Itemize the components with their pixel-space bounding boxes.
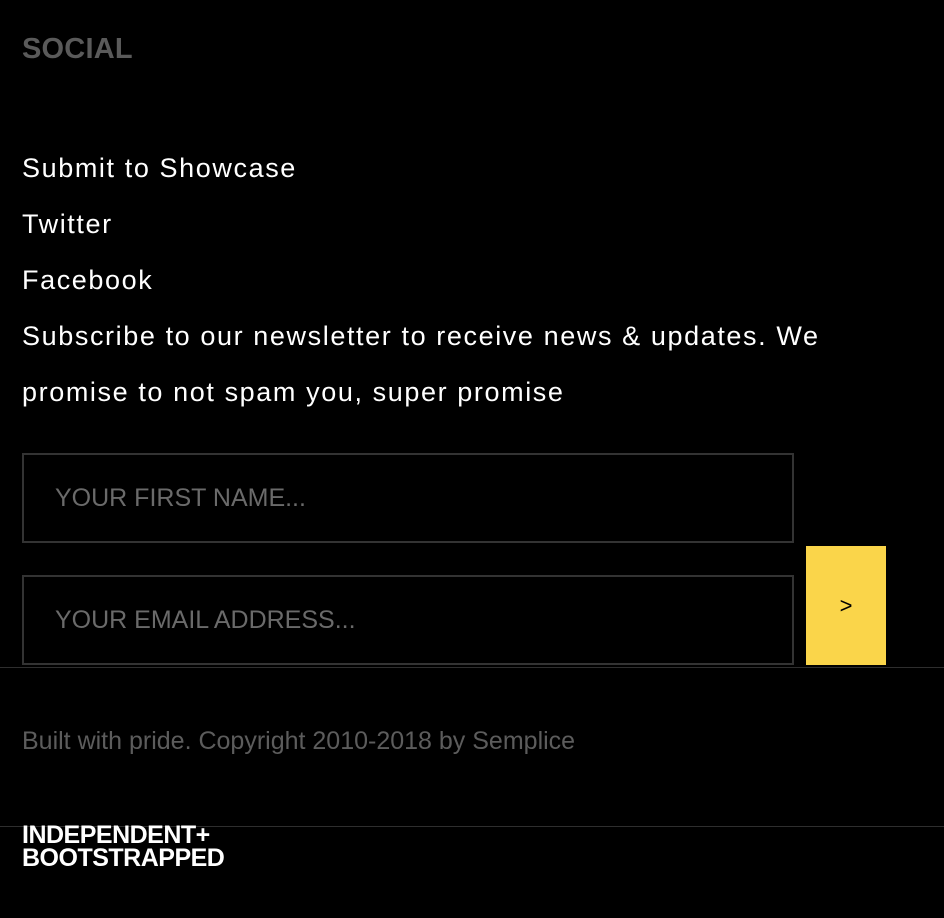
email-field bbox=[22, 575, 794, 665]
first-name-field bbox=[22, 453, 794, 543]
first-name-input[interactable] bbox=[24, 455, 792, 541]
twitter-link[interactable]: Twitter bbox=[22, 196, 902, 252]
badge-line-2: BOOTSTRAPPED bbox=[22, 844, 225, 872]
submit-to-showcase-link[interactable]: Submit to Showcase bbox=[22, 140, 902, 196]
footer-divider-top bbox=[0, 667, 944, 668]
newsletter-description: Subscribe to our newsletter to receive n… bbox=[22, 321, 820, 407]
facebook-link[interactable]: Facebook bbox=[22, 252, 902, 308]
email-input[interactable] bbox=[24, 577, 792, 663]
subscribe-submit-button[interactable]: > bbox=[806, 546, 886, 665]
copyright-text: Built with pride. Copyright 2010-2018 by… bbox=[22, 727, 576, 755]
independent-bootstrapped-logo: INDEPENDENT+ BOOTSTRAPPED bbox=[22, 823, 225, 872]
social-links-list: Submit to Showcase Twitter Facebook Subs… bbox=[22, 140, 902, 420]
submit-arrow-label: > bbox=[839, 592, 853, 618]
social-heading: SOCIAL bbox=[22, 33, 133, 65]
